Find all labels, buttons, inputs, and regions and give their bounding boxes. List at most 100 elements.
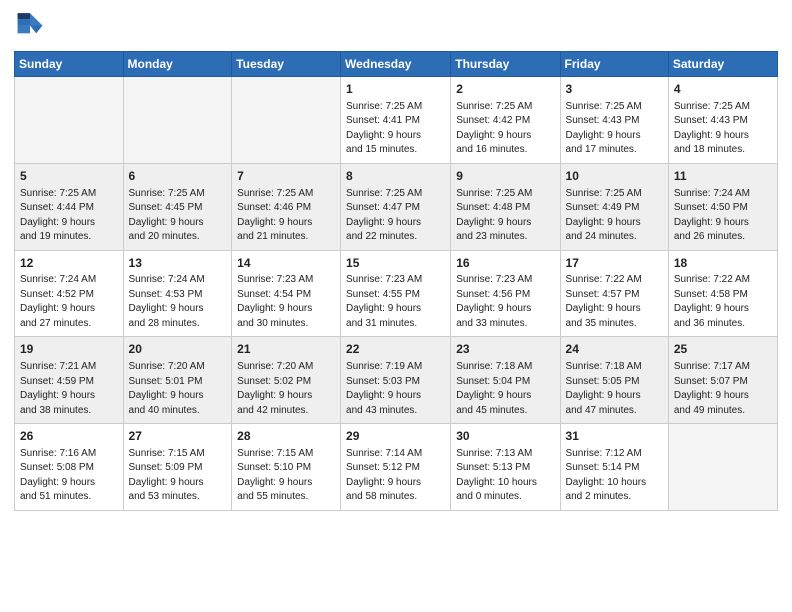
calendar-cell: 31Sunrise: 7:12 AM Sunset: 5:14 PM Dayli… [560, 424, 668, 511]
day-number: 9 [456, 168, 554, 185]
day-info: Sunrise: 7:25 AM Sunset: 4:43 PM Dayligh… [674, 100, 772, 158]
calendar-cell: 26 Sunrise: 7:16 AM Sunset: 5:08 PM Dayli… [15, 424, 124, 511]
calendar-cell: 4 Sunrise: 7:25 AM Sunset: 4:43 PM Daylig… [668, 77, 777, 164]
calendar-cell [15, 77, 124, 164]
day-info: Sunrise: 7:24 AM Sunset: 4:52 PM Dayligh… [20, 273, 118, 331]
day-number: 8 [346, 168, 445, 185]
day-number: 28 [237, 428, 335, 445]
col-header-friday: Friday [560, 52, 668, 77]
day-info: Sunrise: 7:25 AM Sunset: 4:41 PM Dayligh… [346, 100, 445, 158]
day-info: Sunrise: 7:14 AM Sunset: 5:12 PM Dayligh… [346, 447, 445, 505]
day-number: 10 [566, 168, 663, 185]
day-info: Sunrise: 7:18 AM Sunset: 5:04 PM Dayligh… [456, 360, 554, 418]
calendar-week-5: 26 Sunrise: 7:16 AM Sunset: 5:08 PM Dayli… [15, 424, 778, 511]
day-info: Sunrise: 7:21 AM Sunset: 4:59 PM Dayligh… [20, 360, 118, 418]
day-number: 3 [566, 81, 663, 98]
calendar-cell: 7Sunrise: 7:25 AM Sunset: 4:46 PM Daylig… [232, 163, 341, 250]
calendar-week-1: 1 Sunrise: 7:25 AM Sunset: 4:41 PM Daylig… [15, 77, 778, 164]
calendar-cell: 22Sunrise: 7:19 AM Sunset: 5:03 PM Dayli… [341, 337, 451, 424]
calendar-cell: 21 Sunrise: 7:20 AM Sunset: 5:02 PM Dayli… [232, 337, 341, 424]
day-info: Sunrise: 7:13 AM Sunset: 5:13 PM Dayligh… [456, 447, 554, 505]
calendar-cell: 15Sunrise: 7:23 AM Sunset: 4:55 PM Dayli… [341, 250, 451, 337]
day-info: Sunrise: 7:15 AM Sunset: 5:09 PM Dayligh… [129, 447, 227, 505]
calendar-cell: 30 Sunrise: 7:13 AM Sunset: 5:13 PM Dayli… [451, 424, 560, 511]
calendar-cell: 18Sunrise: 7:22 AM Sunset: 4:58 PM Dayli… [668, 250, 777, 337]
logo-icon [16, 10, 44, 38]
calendar-cell: 17Sunrise: 7:22 AM Sunset: 4:57 PM Dayli… [560, 250, 668, 337]
day-number: 17 [566, 255, 663, 272]
calendar-cell: 5 Sunrise: 7:25 AM Sunset: 4:44 PM Daylig… [15, 163, 124, 250]
page: SundayMondayTuesdayWednesdayThursdayFrid… [0, 0, 792, 525]
day-info: Sunrise: 7:22 AM Sunset: 4:57 PM Dayligh… [566, 273, 663, 331]
calendar-cell: 12Sunrise: 7:24 AM Sunset: 4:52 PM Dayli… [15, 250, 124, 337]
header [14, 10, 778, 43]
logo [14, 10, 48, 43]
calendar-cell: 20 Sunrise: 7:20 AM Sunset: 5:01 PM Dayli… [123, 337, 232, 424]
day-info: Sunrise: 7:23 AM Sunset: 4:54 PM Dayligh… [237, 273, 335, 331]
calendar-cell: 24 Sunrise: 7:18 AM Sunset: 5:05 PM Dayli… [560, 337, 668, 424]
calendar-cell: 14Sunrise: 7:23 AM Sunset: 4:54 PM Dayli… [232, 250, 341, 337]
calendar-cell [123, 77, 232, 164]
day-number: 4 [674, 81, 772, 98]
day-number: 2 [456, 81, 554, 98]
day-info: Sunrise: 7:22 AM Sunset: 4:58 PM Dayligh… [674, 273, 772, 331]
day-info: Sunrise: 7:25 AM Sunset: 4:43 PM Dayligh… [566, 100, 663, 158]
calendar-header-row: SundayMondayTuesdayWednesdayThursdayFrid… [15, 52, 778, 77]
day-number: 30 [456, 428, 554, 445]
calendar-cell: 2Sunrise: 7:25 AM Sunset: 4:42 PM Daylig… [451, 77, 560, 164]
calendar-cell: 3 Sunrise: 7:25 AM Sunset: 4:43 PM Daylig… [560, 77, 668, 164]
day-info: Sunrise: 7:23 AM Sunset: 4:56 PM Dayligh… [456, 273, 554, 331]
day-info: Sunrise: 7:15 AM Sunset: 5:10 PM Dayligh… [237, 447, 335, 505]
day-number: 14 [237, 255, 335, 272]
calendar: SundayMondayTuesdayWednesdayThursdayFrid… [14, 51, 778, 511]
calendar-cell [232, 77, 341, 164]
calendar-cell: 6 Sunrise: 7:25 AM Sunset: 4:45 PM Daylig… [123, 163, 232, 250]
calendar-week-2: 5 Sunrise: 7:25 AM Sunset: 4:44 PM Daylig… [15, 163, 778, 250]
day-number: 22 [346, 341, 445, 358]
day-number: 23 [456, 341, 554, 358]
calendar-cell: 25 Sunrise: 7:17 AM Sunset: 5:07 PM Dayli… [668, 337, 777, 424]
calendar-cell: 23 Sunrise: 7:18 AM Sunset: 5:04 PM Dayli… [451, 337, 560, 424]
calendar-cell: 13Sunrise: 7:24 AM Sunset: 4:53 PM Dayli… [123, 250, 232, 337]
day-number: 21 [237, 341, 335, 358]
calendar-cell: 10Sunrise: 7:25 AM Sunset: 4:49 PM Dayli… [560, 163, 668, 250]
calendar-cell: 8Sunrise: 7:25 AM Sunset: 4:47 PM Daylig… [341, 163, 451, 250]
calendar-cell [668, 424, 777, 511]
col-header-monday: Monday [123, 52, 232, 77]
calendar-week-4: 19Sunrise: 7:21 AM Sunset: 4:59 PM Dayli… [15, 337, 778, 424]
day-info: Sunrise: 7:25 AM Sunset: 4:46 PM Dayligh… [237, 187, 335, 245]
day-info: Sunrise: 7:16 AM Sunset: 5:08 PM Dayligh… [20, 447, 118, 505]
day-info: Sunrise: 7:23 AM Sunset: 4:55 PM Dayligh… [346, 273, 445, 331]
day-info: Sunrise: 7:25 AM Sunset: 4:45 PM Dayligh… [129, 187, 227, 245]
col-header-thursday: Thursday [451, 52, 560, 77]
calendar-cell: 9 Sunrise: 7:25 AM Sunset: 4:48 PM Daylig… [451, 163, 560, 250]
day-number: 24 [566, 341, 663, 358]
day-number: 5 [20, 168, 118, 185]
col-header-tuesday: Tuesday [232, 52, 341, 77]
day-info: Sunrise: 7:17 AM Sunset: 5:07 PM Dayligh… [674, 360, 772, 418]
day-number: 27 [129, 428, 227, 445]
day-number: 15 [346, 255, 445, 272]
calendar-cell: 28 Sunrise: 7:15 AM Sunset: 5:10 PM Dayli… [232, 424, 341, 511]
calendar-cell: 29 Sunrise: 7:14 AM Sunset: 5:12 PM Dayli… [341, 424, 451, 511]
day-number: 31 [566, 428, 663, 445]
calendar-week-3: 12Sunrise: 7:24 AM Sunset: 4:52 PM Dayli… [15, 250, 778, 337]
day-info: Sunrise: 7:25 AM Sunset: 4:44 PM Dayligh… [20, 187, 118, 245]
day-number: 26 [20, 428, 118, 445]
day-number: 29 [346, 428, 445, 445]
day-info: Sunrise: 7:25 AM Sunset: 4:48 PM Dayligh… [456, 187, 554, 245]
day-number: 16 [456, 255, 554, 272]
day-info: Sunrise: 7:20 AM Sunset: 5:01 PM Dayligh… [129, 360, 227, 418]
day-number: 1 [346, 81, 445, 98]
day-number: 20 [129, 341, 227, 358]
day-number: 13 [129, 255, 227, 272]
calendar-cell: 27 Sunrise: 7:15 AM Sunset: 5:09 PM Dayli… [123, 424, 232, 511]
col-header-saturday: Saturday [668, 52, 777, 77]
day-info: Sunrise: 7:20 AM Sunset: 5:02 PM Dayligh… [237, 360, 335, 418]
day-number: 18 [674, 255, 772, 272]
day-info: Sunrise: 7:24 AM Sunset: 4:50 PM Dayligh… [674, 187, 772, 245]
day-info: Sunrise: 7:18 AM Sunset: 5:05 PM Dayligh… [566, 360, 663, 418]
col-header-wednesday: Wednesday [341, 52, 451, 77]
day-number: 25 [674, 341, 772, 358]
day-number: 6 [129, 168, 227, 185]
